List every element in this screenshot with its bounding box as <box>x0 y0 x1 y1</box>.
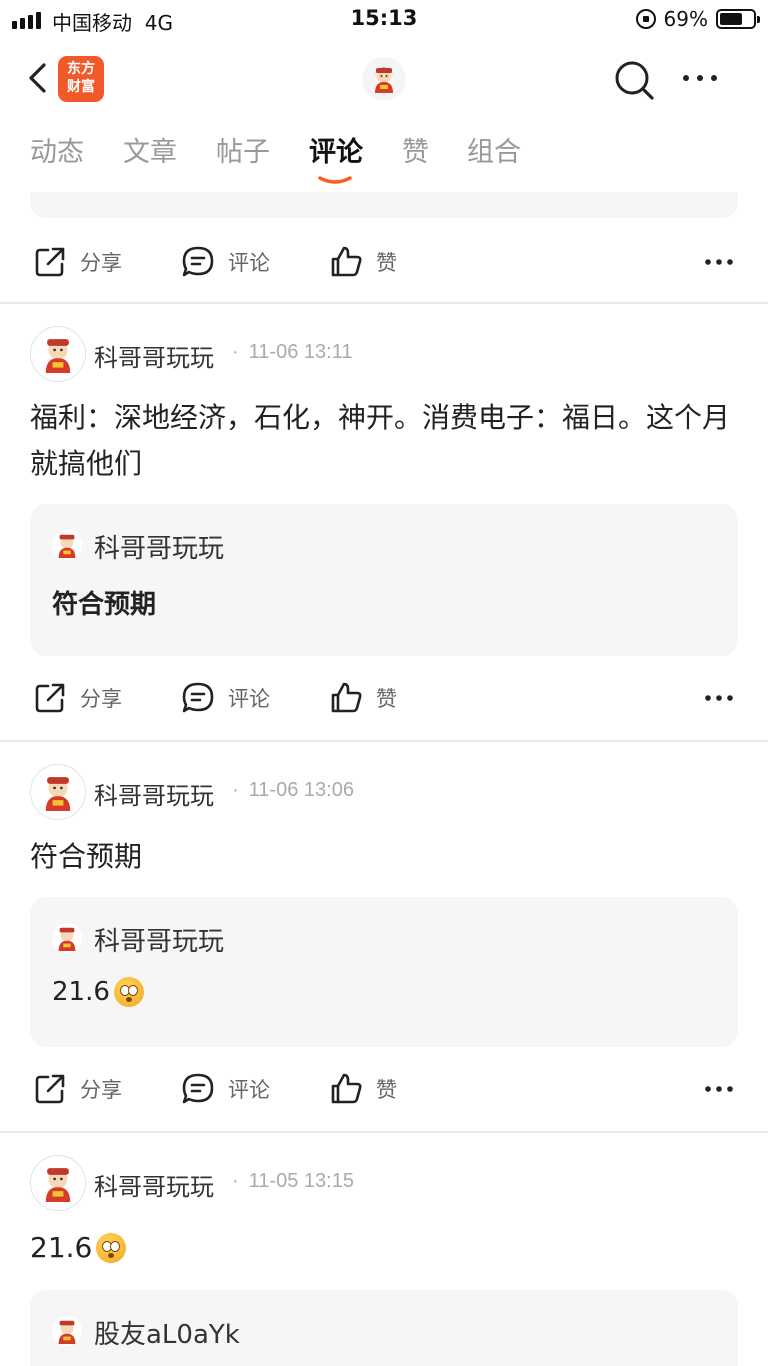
like-button[interactable]: 赞 <box>328 668 397 728</box>
tab-dynamics[interactable]: 动态 <box>30 130 84 169</box>
flushed-face-emoji-icon <box>113 977 144 1007</box>
thumbs-up-icon <box>331 682 362 713</box>
tab-likes[interactable]: 赞 <box>402 130 429 169</box>
post-time: 11-06 13:06 <box>232 779 354 802</box>
like-button[interactable]: 赞 <box>328 1059 397 1119</box>
tab-posts[interactable]: 帖子 <box>216 130 270 169</box>
battery-percent: 69% <box>663 7 708 31</box>
quote-card[interactable]: 科哥哥玩玩 符合预期 <box>30 504 738 656</box>
like-label: 赞 <box>376 1078 397 1102</box>
comment-icon <box>182 246 214 277</box>
comment-button[interactable]: 评论 <box>180 668 270 728</box>
flushed-face-emoji-icon <box>96 1233 127 1263</box>
share-label: 分享 <box>80 251 122 275</box>
post-text-content: 21.6 <box>30 1231 93 1264</box>
quote-card[interactable] <box>30 192 738 218</box>
post-time: 11-05 13:15 <box>232 1170 354 1193</box>
post-header: 科哥哥玩玩 11-06 13:11 <box>30 326 730 382</box>
action-bar: 分享 评论 赞 <box>0 668 768 728</box>
share-button[interactable]: 分享 <box>32 1059 122 1119</box>
comment-icon <box>182 682 214 713</box>
logo-line-1: 东方 <box>67 61 95 77</box>
author-name[interactable]: 科哥哥玩玩 <box>94 338 214 373</box>
action-bar: 分享 评论 赞 <box>0 232 768 292</box>
user-avatar[interactable] <box>362 57 406 101</box>
like-button[interactable]: 赞 <box>328 232 397 292</box>
comment-label: 评论 <box>228 687 270 711</box>
thumbs-up-icon <box>331 246 362 277</box>
post-text[interactable]: 符合预期 <box>30 834 738 880</box>
god-of-wealth-icon <box>45 777 71 811</box>
author-avatar[interactable] <box>30 1155 86 1211</box>
share-button[interactable]: 分享 <box>32 668 122 728</box>
top-nav: 东方 财富 <box>0 48 768 108</box>
quote-author-avatar <box>52 530 82 560</box>
comment-label: 评论 <box>228 251 270 275</box>
author-name[interactable]: 科哥哥玩玩 <box>94 1167 214 1202</box>
status-right: 69% <box>635 7 760 31</box>
post-header: 科哥哥玩玩 11-05 13:15 <box>30 1155 730 1211</box>
more-horizontal-icon[interactable] <box>704 252 734 272</box>
quote-author-name: 科哥哥玩玩 <box>94 534 225 564</box>
quote-author-name: 科哥哥玩玩 <box>94 927 225 957</box>
quote-card[interactable]: 科哥哥玩玩 21.6 <box>30 897 738 1047</box>
more-horizontal-icon[interactable] <box>704 1079 734 1099</box>
more-horizontal-icon[interactable] <box>704 688 734 708</box>
tab-portfolios[interactable]: 组合 <box>467 130 521 169</box>
chevron-left-icon[interactable] <box>22 60 58 96</box>
divider <box>0 1131 768 1133</box>
tab-articles[interactable]: 文章 <box>123 130 177 169</box>
post-text[interactable]: 福利：深地经济，石化，神开。消费电子：福日。这个月就搞他们 <box>30 395 738 487</box>
status-bar: 中国移动 4G 15:13 69% <box>0 0 768 40</box>
god-of-wealth-icon <box>45 339 71 373</box>
profile-tabs: 动态 文章 帖子 评论 赞 组合 <box>0 130 768 190</box>
more-horizontal-icon[interactable] <box>680 68 720 88</box>
god-of-wealth-icon <box>58 927 76 951</box>
quote-text: 21.6 <box>52 977 144 1007</box>
author-name[interactable]: 科哥哥玩玩 <box>94 776 214 811</box>
post-text[interactable]: 21.6 <box>30 1225 738 1271</box>
god-of-wealth-icon <box>375 67 393 93</box>
comment-button[interactable]: 评论 <box>180 1059 270 1119</box>
quote-author-name: 股友aL0aYk <box>94 1320 240 1350</box>
god-of-wealth-icon <box>58 534 76 558</box>
share-button[interactable]: 分享 <box>32 232 122 292</box>
share-icon <box>35 1074 65 1104</box>
comment-icon <box>182 1073 214 1104</box>
comment-label: 评论 <box>228 1078 270 1102</box>
divider <box>0 740 768 742</box>
comment-feed[interactable]: 分享 评论 赞 科哥哥玩玩 11-06 13:11 福利：深地经济，石化，神开。… <box>0 192 768 1366</box>
battery-icon <box>716 9 760 29</box>
quote-author-avatar <box>52 1316 82 1346</box>
god-of-wealth-icon <box>45 1168 71 1202</box>
like-label: 赞 <box>376 687 397 711</box>
author-avatar[interactable] <box>30 326 86 382</box>
quote-author-avatar <box>52 923 82 953</box>
post-time: 11-06 13:11 <box>232 341 353 364</box>
god-of-wealth-icon <box>58 1320 76 1344</box>
rotation-lock-icon <box>635 9 656 29</box>
comment-button[interactable]: 评论 <box>180 232 270 292</box>
author-avatar[interactable] <box>30 764 86 820</box>
share-icon <box>35 247 65 277</box>
like-label: 赞 <box>376 251 397 275</box>
active-tab-indicator <box>318 176 352 184</box>
quote-card[interactable]: 股友aL0aYk <box>30 1290 738 1366</box>
logo-line-2: 财富 <box>67 79 95 95</box>
share-icon <box>35 683 65 713</box>
share-label: 分享 <box>80 1078 122 1102</box>
tab-comments[interactable]: 评论 <box>309 130 363 169</box>
post-header: 科哥哥玩玩 11-06 13:06 <box>30 764 730 820</box>
divider <box>0 302 768 304</box>
share-label: 分享 <box>80 687 122 711</box>
thumbs-up-icon <box>331 1073 362 1104</box>
action-bar: 分享 评论 赞 <box>0 1059 768 1119</box>
eastmoney-logo[interactable]: 东方 财富 <box>58 56 104 102</box>
search-icon[interactable] <box>612 58 656 102</box>
quote-text: 符合预期 <box>52 590 157 620</box>
